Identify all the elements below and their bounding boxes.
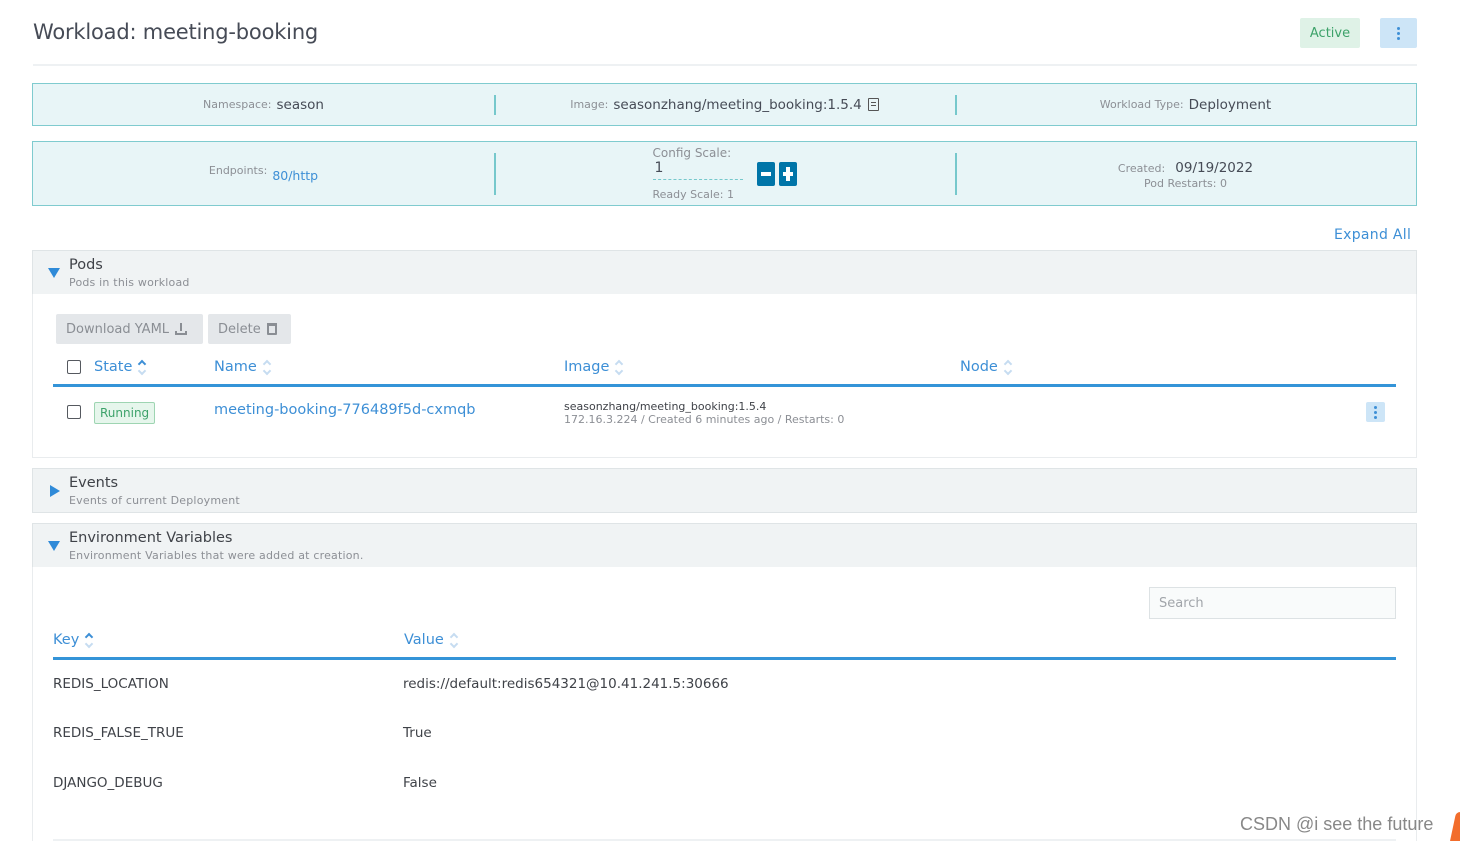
- select-all-checkbox[interactable]: [67, 360, 81, 374]
- workload-type-value: Deployment: [1188, 96, 1272, 113]
- download-yaml-label: Download YAML: [66, 321, 170, 337]
- sort-icon: [262, 359, 272, 375]
- csdn-logo-icon: [1449, 812, 1460, 841]
- column-header-image[interactable]: Image: [564, 359, 624, 375]
- pods-section-subtitle: Pods in this workload: [69, 276, 190, 289]
- expand-triangle-icon: [50, 485, 60, 497]
- column-header-node[interactable]: Node: [960, 359, 1013, 375]
- pod-restarts-value: 0: [1219, 177, 1227, 190]
- env-value: True: [403, 725, 432, 741]
- created-label: Created:: [1117, 162, 1166, 175]
- delete-button[interactable]: Delete: [208, 314, 291, 344]
- env-key: DJANGO_DEBUG: [53, 775, 163, 791]
- config-scale: Config Scale: 1: [652, 146, 743, 180]
- delete-label: Delete: [218, 321, 261, 337]
- env-key: REDIS_LOCATION: [53, 676, 169, 692]
- collapse-triangle-icon: [48, 268, 60, 278]
- page-title: Workload: meeting-booking: [33, 20, 319, 44]
- expand-all-link[interactable]: Expand All: [1334, 227, 1411, 243]
- env-table-header: Key Value: [53, 629, 1396, 660]
- env-search-input[interactable]: [1149, 587, 1396, 619]
- kebab-icon: [1374, 405, 1377, 419]
- env-section-subtitle: Environment Variables that were added at…: [69, 549, 364, 562]
- column-header-state[interactable]: State: [94, 359, 147, 375]
- config-scale-label: Config Scale:: [652, 146, 732, 160]
- workload-info-primary: Namespace: season Image: seasonzhang/mee…: [32, 83, 1417, 126]
- pods-section-title: Pods: [69, 257, 103, 273]
- status-badge: Active: [1300, 18, 1360, 48]
- column-header-value[interactable]: Value: [404, 632, 459, 648]
- pod-restarts: Pod Restarts: 0: [1144, 177, 1227, 190]
- workload-type-cell: Workload Type: Deployment: [955, 84, 1416, 125]
- download-yaml-button[interactable]: Download YAML: [56, 314, 203, 344]
- events-section-subtitle: Events of current Deployment: [69, 494, 240, 507]
- namespace-value: season: [276, 96, 324, 113]
- ready-scale: Ready Scale: 1: [653, 188, 734, 201]
- sort-icon: [1003, 359, 1013, 375]
- column-header-key[interactable]: Key: [53, 632, 94, 648]
- namespace-cell: Namespace: season: [33, 84, 494, 125]
- kebab-icon: [1397, 26, 1400, 40]
- scale-cell: Config Scale: 1 Ready Scale: 1: [494, 142, 955, 205]
- env-key: REDIS_FALSE_TRUE: [53, 725, 184, 741]
- endpoint-link[interactable]: 80/http: [272, 168, 318, 183]
- endpoints-label: Endpoints:: [208, 164, 268, 177]
- endpoints-cell: Endpoints: 80/http: [33, 142, 494, 205]
- pods-table-header: State Name Image Node: [53, 354, 1396, 387]
- env-value: redis://default:redis654321@10.41.241.5:…: [403, 676, 729, 692]
- events-section-title: Events: [69, 475, 119, 491]
- workload-actions-button[interactable]: [1380, 18, 1417, 48]
- trash-icon: [266, 323, 277, 335]
- image-value: seasonzhang/meeting_booking:1.5.4: [613, 96, 862, 113]
- sort-icon: [85, 632, 94, 648]
- copy-icon[interactable]: [867, 98, 879, 111]
- image-cell: Image: seasonzhang/meeting_booking:1.5.4: [494, 84, 955, 125]
- env-section-body: Key Value REDIS_LOCATION redis://default…: [32, 567, 1417, 841]
- scale-down-button[interactable]: [756, 161, 775, 186]
- row-checkbox[interactable]: [67, 405, 81, 419]
- sort-icon: [138, 359, 147, 375]
- image-label: Image:: [570, 98, 609, 111]
- env-section-header[interactable]: Environment Variables Environment Variab…: [32, 523, 1417, 568]
- sort-icon: [615, 359, 624, 375]
- download-icon: [175, 323, 188, 335]
- pod-restarts-label: Pod Restarts:: [1144, 177, 1217, 190]
- namespace-label: Namespace:: [203, 98, 272, 111]
- sort-icon: [449, 632, 459, 648]
- config-scale-value: 1: [654, 160, 664, 176]
- env-section-title: Environment Variables: [69, 530, 233, 546]
- workload-info-secondary: Endpoints: 80/http Config Scale: 1 Ready…: [32, 141, 1417, 206]
- created-value: 09/19/2022: [1175, 160, 1254, 176]
- pod-actions-button[interactable]: [1366, 402, 1385, 422]
- pod-image: seasonzhang/meeting_booking:1.5.4: [564, 400, 767, 413]
- events-section-header[interactable]: Events Events of current Deployment: [32, 468, 1417, 513]
- ready-scale-label: Ready Scale:: [652, 188, 724, 201]
- ready-scale-value: 1: [726, 188, 734, 201]
- pod-name-link[interactable]: meeting-booking-776489f5d-cxmqb: [214, 402, 476, 418]
- pod-state-badge: Running: [94, 402, 156, 424]
- workload-type-label: Workload Type:: [1099, 98, 1184, 111]
- scale-up-button[interactable]: [778, 161, 797, 186]
- created-cell: Created: 09/19/2022 Pod Restarts: 0: [955, 142, 1416, 205]
- collapse-triangle-icon: [48, 541, 60, 551]
- pods-section-header[interactable]: Pods Pods in this workload: [32, 250, 1417, 295]
- watermark: CSDN @i see the future: [1240, 814, 1434, 834]
- pod-meta: 172.16.3.224 / Created 6 minutes ago / R…: [564, 413, 845, 426]
- env-value: False: [403, 775, 437, 791]
- column-header-name[interactable]: Name: [214, 359, 272, 375]
- page-header: Workload: meeting-booking Active: [33, 18, 1417, 66]
- pods-section-body: Download YAML Delete State Name Image No…: [32, 294, 1417, 458]
